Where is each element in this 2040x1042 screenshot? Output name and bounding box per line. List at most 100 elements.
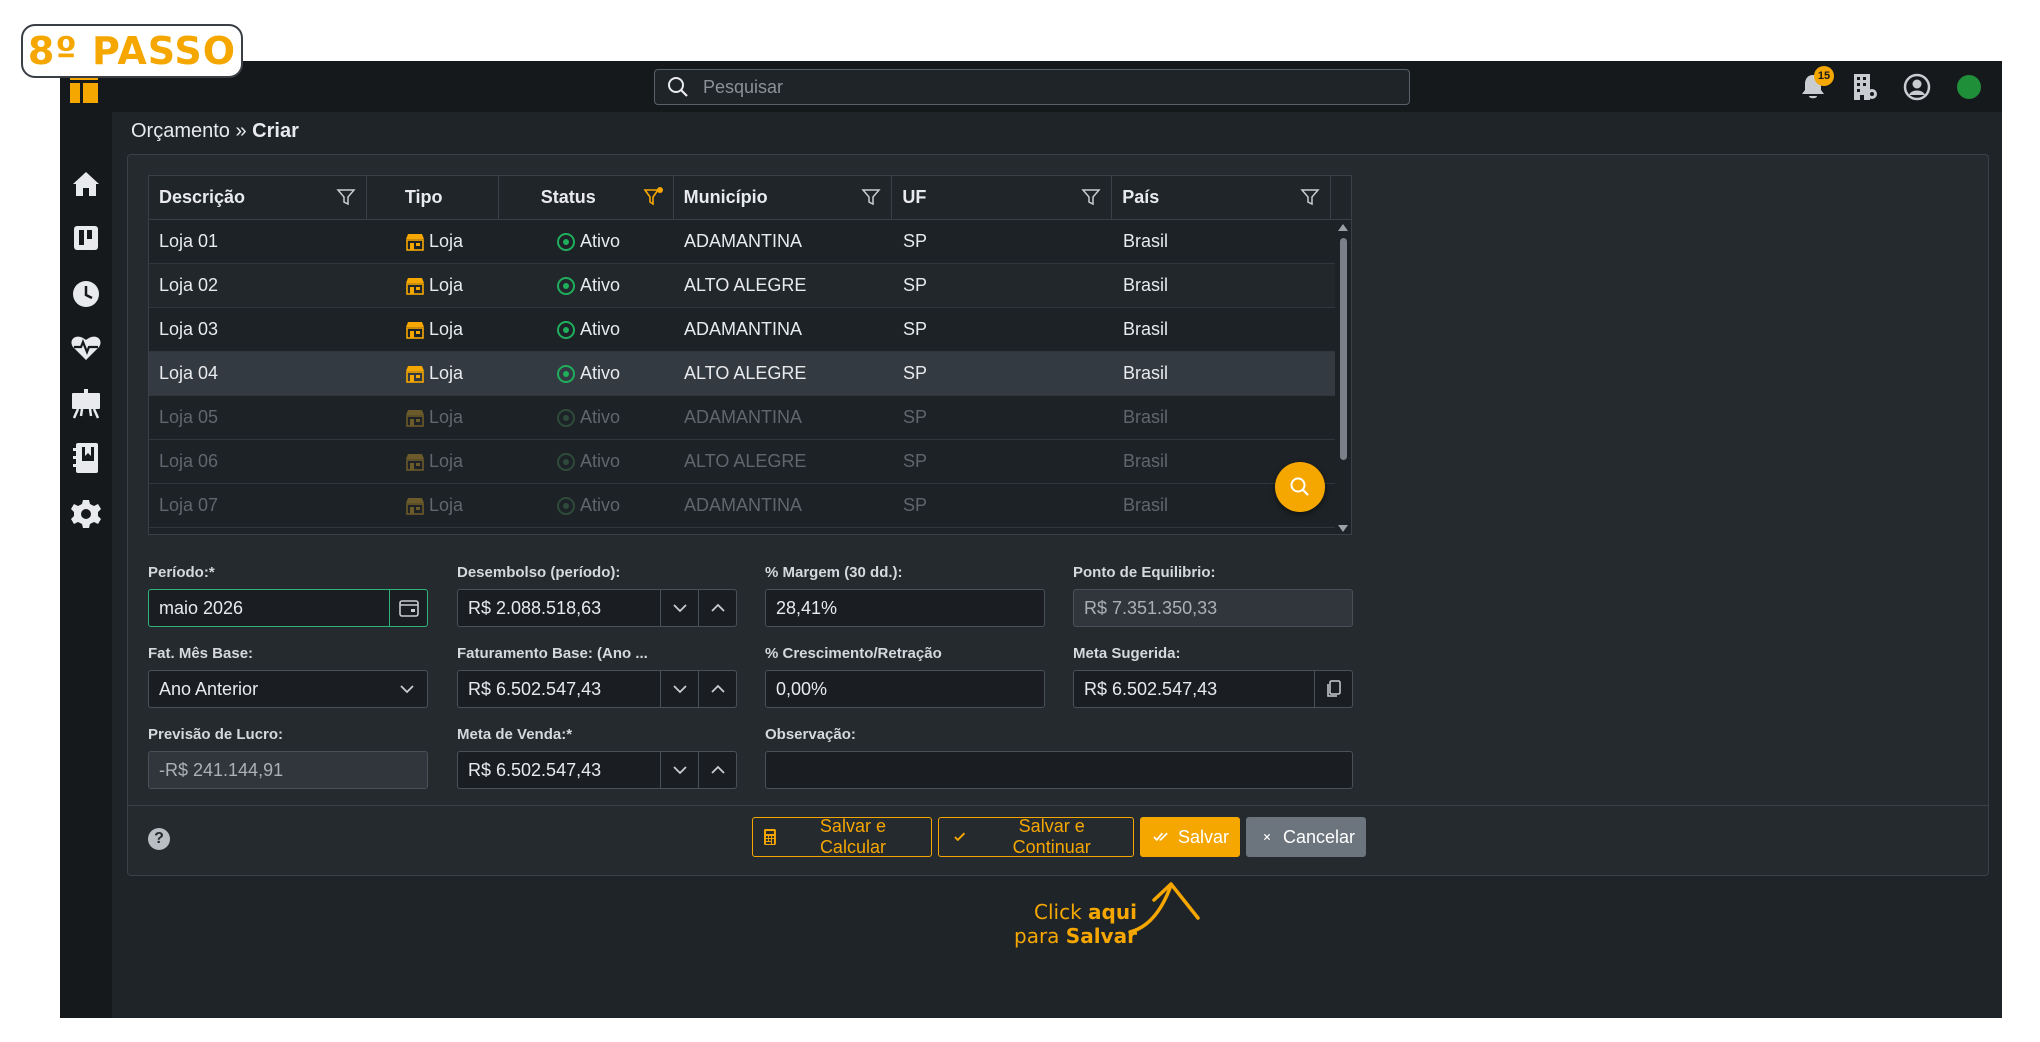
table-row[interactable]: Loja 04 Loja Ativo ALTO ALEGRE SP Brasil [149, 352, 1351, 396]
table-row[interactable]: Loja 07 Loja Ativo ADAMANTINA SP Brasil [149, 484, 1351, 528]
user-profile-button[interactable] [1902, 72, 1932, 102]
help-icon[interactable]: ? [148, 828, 170, 850]
sidebar [60, 61, 112, 1018]
desembolso-decrement-button[interactable] [660, 590, 698, 626]
cell-descricao: Loja 04 [159, 363, 219, 383]
active-status-icon [557, 232, 575, 251]
cell-tipo: Loja [367, 352, 499, 395]
search-bar[interactable] [654, 69, 1410, 105]
save-and-calculate-button[interactable]: Salvar e Calcular [752, 816, 932, 857]
store-icon [406, 277, 424, 295]
margem-field[interactable]: 28,41% [765, 589, 1045, 627]
cell-pais: Brasil [1123, 319, 1169, 339]
column-header-pais[interactable]: País [1112, 176, 1332, 219]
chevron-down-icon [672, 604, 687, 613]
column-header-tipo[interactable]: Tipo [367, 176, 499, 219]
grid-scrollbar[interactable] [1335, 220, 1351, 534]
periodo-value: maio 2026 [159, 597, 244, 618]
save-button[interactable]: Salvar [1140, 817, 1240, 857]
cell-tipo: Loja [367, 396, 499, 439]
cell-uf: SP [903, 319, 928, 339]
fat-mes-base-select[interactable]: Ano Anterior [148, 670, 428, 708]
breadcrumb-current: Criar [252, 120, 299, 142]
faturamento-base-decrement-button[interactable] [660, 671, 698, 707]
meta-sugerida-field[interactable]: R$ 6.502.547,43 [1073, 670, 1353, 708]
meta-venda-value: R$ 6.502.547,43 [468, 759, 602, 780]
cell-tipo: Loja [367, 440, 499, 483]
calendar-button[interactable] [389, 590, 427, 626]
notification-count-badge: 15 [1814, 66, 1834, 86]
column-header-spacer [1331, 176, 1351, 219]
filter-icon[interactable] [336, 187, 356, 207]
company-settings-button[interactable] [1850, 72, 1880, 102]
gear-icon[interactable] [69, 497, 103, 531]
column-header-uf[interactable]: UF [892, 176, 1113, 219]
desembolso-field[interactable]: R$ 2.088.518,63 [457, 589, 737, 627]
top-icons: 15 [1798, 66, 1984, 103]
table-row[interactable]: Loja 03 Loja Ativo ADAMANTINA SP Brasil [149, 308, 1351, 352]
desembolso-increment-button[interactable] [698, 590, 736, 626]
breadcrumb-parent[interactable]: Orçamento » [131, 120, 252, 142]
table-row[interactable]: Loja 02 Loja Ativo ALTO ALEGRE SP Brasil [149, 264, 1351, 308]
chevron-up-icon [710, 765, 725, 774]
cell-municipio: ADAMANTINA [684, 319, 803, 339]
fat-mes-base-value: Ano Anterior [159, 678, 259, 699]
cell-pais: Brasil [1123, 275, 1169, 295]
periodo-field[interactable]: maio 2026 [148, 589, 428, 627]
active-status-icon [557, 452, 575, 471]
check-icon [954, 832, 966, 842]
clock-icon[interactable] [69, 277, 103, 311]
search-icon [1290, 477, 1309, 496]
online-status-indicator [1954, 72, 1984, 102]
previsao-lucro-label: Previsão de Lucro: [148, 726, 284, 743]
column-header-status[interactable]: Status [499, 176, 674, 219]
faturamento-base-increment-button[interactable] [698, 671, 736, 707]
cell-tipo: Loja [367, 264, 499, 307]
filter-icon[interactable] [1300, 187, 1320, 207]
copy-meta-button[interactable] [1314, 671, 1352, 707]
meta-sugerida-label: Meta Sugerida: [1073, 645, 1181, 662]
cell-pais: Brasil [1123, 407, 1169, 427]
column-header-descricao[interactable]: Descrição [149, 176, 367, 219]
presentation-board-icon[interactable] [69, 387, 103, 421]
store-icon [406, 497, 424, 515]
meta-venda-label: Meta de Venda:* [457, 726, 573, 743]
kanban-board-icon[interactable] [69, 221, 103, 255]
filter-active-icon[interactable] [643, 187, 663, 207]
notifications-button[interactable]: 15 [1798, 66, 1834, 102]
scroll-down-arrow[interactable] [1338, 525, 1348, 532]
cell-status: Ativo [499, 352, 674, 395]
cell-uf: SP [903, 231, 928, 251]
desembolso-label: Desembolso (período): [457, 564, 621, 581]
cell-status: Ativo [499, 440, 674, 483]
heart-pulse-icon[interactable] [69, 331, 103, 365]
scroll-up-arrow[interactable] [1338, 224, 1348, 231]
table-row[interactable]: Loja 06 Loja Ativo ALTO ALEGRE SP Brasil [149, 440, 1351, 484]
search-input[interactable] [703, 76, 1383, 98]
observacao-field[interactable] [765, 751, 1353, 789]
active-status-icon [557, 276, 575, 295]
home-icon[interactable] [69, 167, 103, 201]
column-header-municipio[interactable]: Município [674, 176, 893, 219]
table-row[interactable]: Loja 05 Loja Ativo ADAMANTINA SP Brasil [149, 396, 1351, 440]
hint-arrow-icon [1128, 882, 1200, 934]
scroll-thumb[interactable] [1340, 238, 1347, 460]
meta-venda-decrement-button[interactable] [660, 752, 698, 788]
filter-icon[interactable] [1081, 187, 1101, 207]
desembolso-value: R$ 2.088.518,63 [468, 597, 602, 618]
meta-venda-field[interactable]: R$ 6.502.547,43 [457, 751, 737, 789]
address-book-icon[interactable] [69, 441, 103, 475]
observacao-label: Observação: [765, 726, 856, 743]
filter-icon[interactable] [861, 187, 882, 207]
cancel-button[interactable]: Cancelar [1246, 817, 1366, 857]
breadcrumb: Orçamento » Criar [131, 120, 299, 143]
calculator-icon [763, 829, 776, 845]
table-row[interactable]: Loja 01 Loja Ativo ADAMANTINA SP Brasil [149, 220, 1351, 264]
meta-venda-increment-button[interactable] [698, 752, 736, 788]
grid-search-button[interactable] [1275, 462, 1325, 512]
faturamento-base-field[interactable]: R$ 6.502.547,43 [457, 670, 737, 708]
cell-pais: Brasil [1123, 363, 1169, 383]
save-and-continue-button[interactable]: Salvar e Continuar [938, 816, 1134, 857]
crescimento-field[interactable]: 0,00% [765, 670, 1045, 708]
store-icon [406, 409, 424, 427]
